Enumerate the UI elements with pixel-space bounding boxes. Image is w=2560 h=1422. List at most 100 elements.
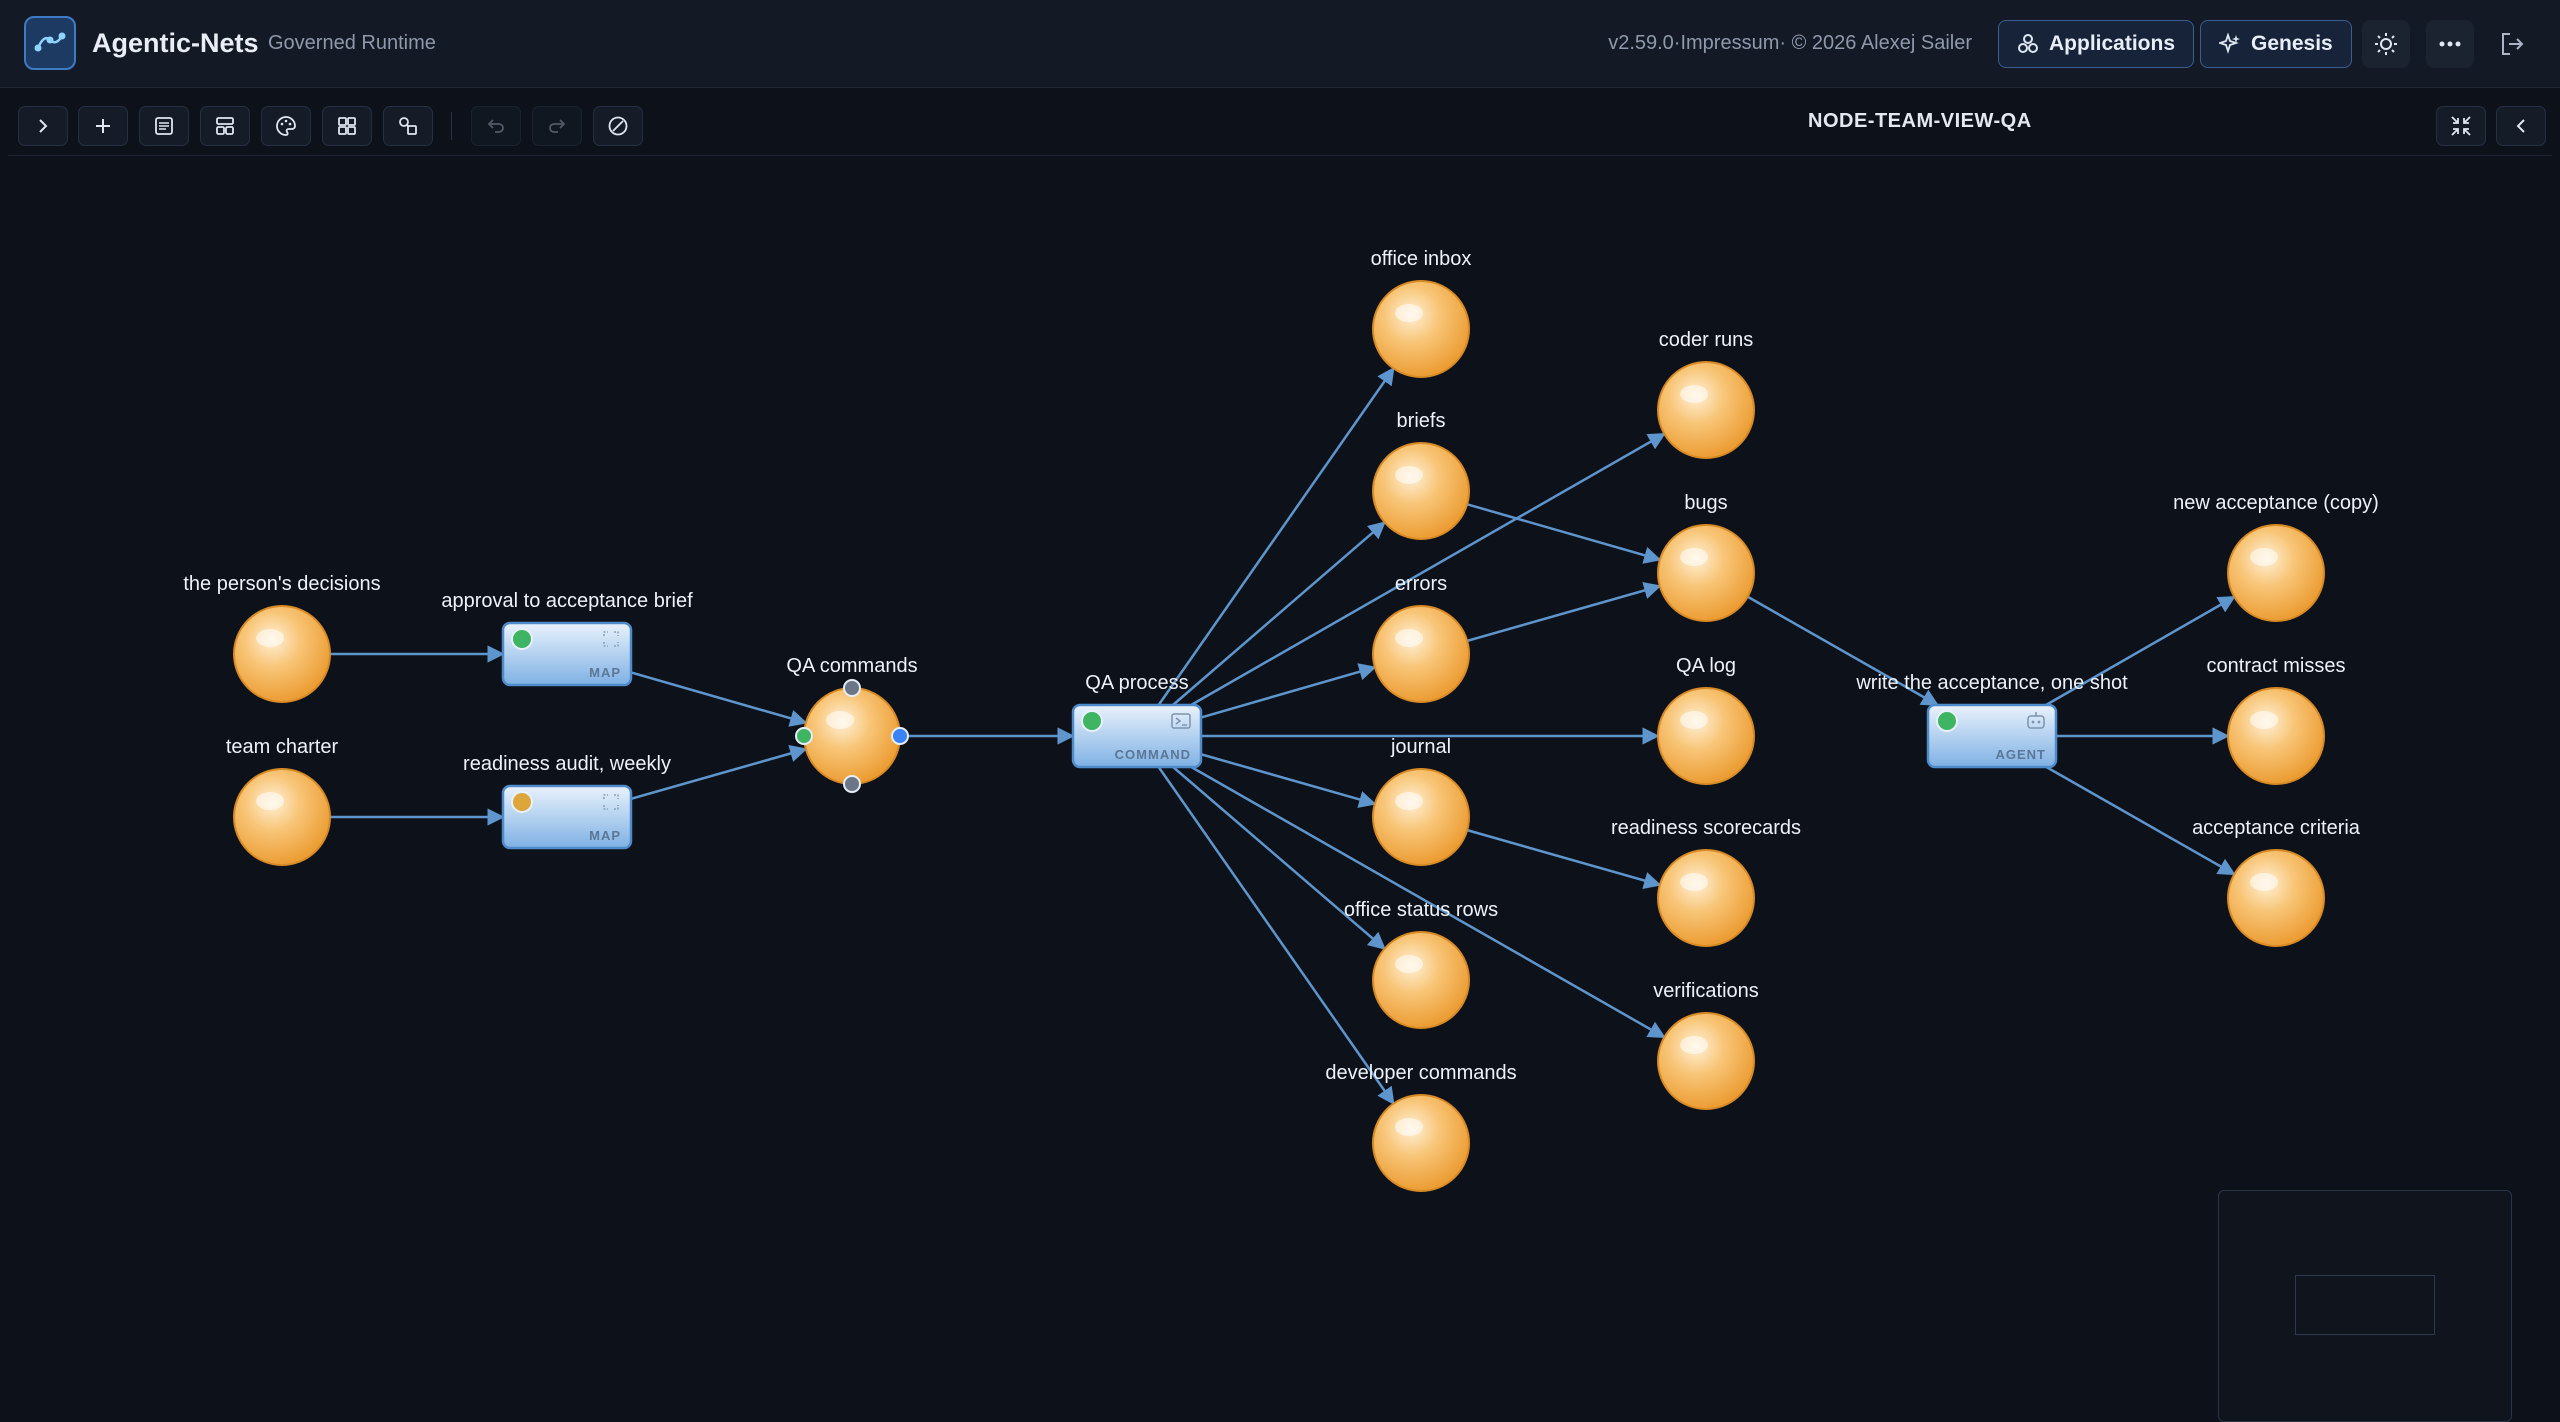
transition-readiness[interactable]: MAP readiness audit, weekly: [463, 753, 671, 850]
place-label: developer commands: [1325, 1062, 1516, 1084]
minimap-viewport[interactable]: [2295, 1275, 2435, 1335]
list-button[interactable]: [139, 106, 189, 146]
place-journal[interactable]: journal: [1372, 736, 1470, 866]
grid-icon: [338, 117, 356, 135]
place-verifications[interactable]: verifications: [1653, 980, 1759, 1110]
place-label: the person's decisions: [183, 573, 380, 595]
place-dev_commands[interactable]: developer commands: [1325, 1062, 1517, 1192]
place-circle[interactable]: [1372, 1094, 1470, 1192]
logout-button[interactable]: [2488, 20, 2536, 68]
connection-handle[interactable]: [843, 775, 861, 793]
arc-approval-to-qa_commands[interactable]: [630, 671, 808, 727]
app-title: Agentic-Nets: [92, 28, 259, 58]
place-circle[interactable]: [1657, 687, 1755, 785]
transition-label: QA process: [1085, 672, 1188, 694]
app-logo-icon[interactable]: [24, 16, 76, 70]
place-circle[interactable]: [2227, 687, 2325, 785]
arc-errors-to-bugs[interactable]: [1466, 582, 1662, 643]
version-info[interactable]: v2.59.0·Impressum· © 2026 Alexej Sailer: [1608, 32, 1972, 55]
status-indicator: [1936, 710, 1958, 732]
place-circle[interactable]: [1657, 1012, 1755, 1110]
place-acceptance_criteria[interactable]: acceptance criteria: [2192, 817, 2361, 947]
place-circle[interactable]: [1657, 361, 1755, 459]
transition-qa_process[interactable]: COMMAND QA process: [1071, 672, 1203, 769]
arc-qa_process-to-office_inbox[interactable]: [1157, 366, 1395, 706]
place-office_status[interactable]: office status rows: [1344, 899, 1498, 1029]
arc-qa_process-to-dev_commands[interactable]: [1157, 766, 1395, 1106]
status-indicator: [1081, 710, 1103, 732]
place-label: verifications: [1653, 980, 1759, 1002]
collapse-view-button[interactable]: [2436, 106, 2486, 146]
app-subtitle: Governed Runtime: [268, 32, 436, 54]
place-highlight: [256, 629, 284, 647]
status-indicator: [511, 791, 533, 813]
sun-icon: [2375, 33, 2397, 55]
place-bugs[interactable]: bugs: [1657, 492, 1755, 622]
place-circle[interactable]: [1372, 605, 1470, 703]
app-header: Agentic-Nets Governed Runtime v2.59.0·Im…: [0, 0, 2560, 88]
place-readiness_scorecards[interactable]: readiness scorecards: [1611, 817, 1801, 947]
place-circle[interactable]: [233, 768, 331, 866]
transition-kind: MAP: [589, 665, 621, 680]
place-highlight: [1680, 385, 1708, 403]
editor-toolbar: [8, 96, 2552, 156]
place-label: coder runs: [1659, 329, 1754, 351]
genesis-button[interactable]: Genesis: [2200, 20, 2352, 68]
layout-button[interactable]: [200, 106, 250, 146]
place-coder_runs[interactable]: coder runs: [1657, 329, 1755, 459]
place-circle[interactable]: [1372, 442, 1470, 540]
view-title: NODE-TEAM-VIEW-QA: [1808, 110, 2032, 132]
place-qa_commands[interactable]: QA commands: [786, 655, 918, 793]
place-charter[interactable]: team charter: [226, 736, 339, 866]
connection-handle[interactable]: [795, 727, 813, 745]
place-contract_misses[interactable]: contract misses: [2207, 655, 2346, 785]
shapes-button[interactable]: [383, 106, 433, 146]
place-highlight: [2250, 548, 2278, 566]
palette-button[interactable]: [261, 106, 311, 146]
toggle-panel-button[interactable]: [2496, 106, 2546, 146]
connection-handle[interactable]: [891, 727, 909, 745]
transition-approval[interactable]: MAP approval to acceptance brief: [441, 590, 693, 687]
place-highlight: [1680, 711, 1708, 729]
place-circle[interactable]: [1372, 931, 1470, 1029]
arc-qa_process-to-journal[interactable]: [1200, 753, 1377, 808]
place-circle[interactable]: [1372, 768, 1470, 866]
more-menu-button[interactable]: [2426, 20, 2474, 68]
arc-qa_process-to-errors[interactable]: [1200, 663, 1377, 719]
place-highlight: [1680, 548, 1708, 566]
ellipsis-icon: [2439, 41, 2461, 47]
grid-button[interactable]: [322, 106, 372, 146]
theme-toggle-button[interactable]: [2362, 20, 2410, 68]
add-button[interactable]: [78, 106, 128, 146]
transition-write_acceptance[interactable]: AGENT write the acceptance, one shot: [1855, 672, 2128, 769]
place-new_acceptance[interactable]: new acceptance (copy): [2173, 492, 2379, 622]
expand-sidebar-button[interactable]: [18, 106, 68, 146]
place-qa_log[interactable]: QA log: [1657, 655, 1755, 785]
place-briefs[interactable]: briefs: [1372, 410, 1470, 540]
undo-button[interactable]: [471, 106, 521, 146]
ban-icon: [608, 116, 628, 136]
minimap[interactable]: [2218, 1190, 2512, 1422]
place-circle[interactable]: [1657, 524, 1755, 622]
chevron-right-icon: [39, 119, 48, 133]
place-circle[interactable]: [2227, 524, 2325, 622]
place-circle[interactable]: [1372, 280, 1470, 378]
transition-label: write the acceptance, one shot: [1855, 672, 2128, 694]
toolbar-divider: [451, 112, 452, 140]
place-circle[interactable]: [2227, 849, 2325, 947]
connection-handle[interactable]: [843, 679, 861, 697]
petri-net-graph[interactable]: the person's decisions team charter QA com…: [8, 158, 2552, 1316]
net-canvas[interactable]: the person's decisions team charter QA com…: [8, 158, 2552, 1422]
redo-button[interactable]: [532, 106, 582, 146]
place-highlight: [826, 711, 854, 729]
place-decisions[interactable]: the person's decisions: [183, 573, 381, 703]
applications-button[interactable]: Applications: [1998, 20, 2195, 68]
place-circle[interactable]: [1657, 849, 1755, 947]
place-circle[interactable]: [803, 687, 901, 785]
place-circle[interactable]: [233, 605, 331, 703]
place-label: office status rows: [1344, 899, 1498, 921]
arc-briefs-to-bugs[interactable]: [1466, 503, 1662, 564]
place-office_inbox[interactable]: office inbox: [1371, 248, 1472, 378]
minimize-icon: [2451, 116, 2471, 136]
clear-button[interactable]: [593, 106, 643, 146]
